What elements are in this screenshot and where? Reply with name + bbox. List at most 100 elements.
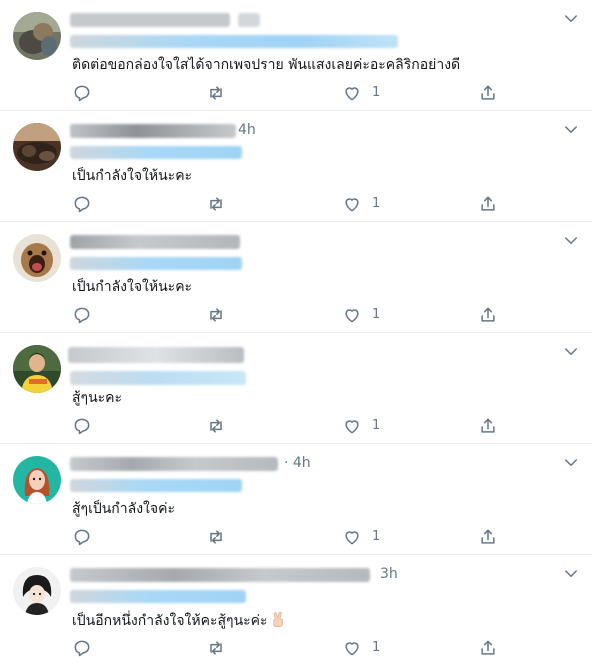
avatar[interactable] [13, 123, 61, 171]
like-count: 1 [372, 307, 381, 322]
blurred-handle [238, 13, 260, 27]
share-button[interactable] [478, 637, 498, 659]
avatar-image [13, 345, 61, 393]
tweet-text: ติดต่อขอกล่องใจใสได้จากเพจปราย พันแสงเลย… [72, 57, 461, 73]
reply-icon [74, 307, 90, 324]
like-icon [345, 531, 359, 545]
avatar[interactable] [13, 12, 61, 60]
retweet-button[interactable] [206, 526, 236, 548]
tweet-card[interactable]: เป็นกำลังใจให้นะคะ 1 [0, 222, 592, 333]
retweet-icon [210, 530, 222, 544]
tweet-card[interactable]: 3h เป็นอีกหนึ่งกำลังใจให้คะสู้ๆนะค่ะ 1 [0, 555, 592, 664]
like-count: 1 [372, 640, 381, 655]
tweet-card[interactable]: ติดต่อขอกล่องใจใสได้จากเพจปราย พันแสงเลย… [0, 0, 592, 111]
reply-button[interactable] [72, 82, 102, 104]
tweet-text: สู้ๆเป็นกำลังใจค่ะ [72, 501, 175, 517]
reply-feed: ติดต่อขอกล่องใจใสได้จากเพจปราย พันแสงเลย… [0, 0, 592, 664]
reply-button[interactable] [72, 415, 102, 437]
tweet-text: เป็นกำลังใจให้นะคะ [72, 279, 193, 295]
blurred-mention [70, 257, 242, 270]
chevron-down-icon[interactable] [562, 232, 580, 250]
share-icon [481, 529, 495, 544]
retweet-button[interactable] [206, 637, 236, 659]
blurred-mention [70, 35, 398, 48]
tweet-actions: 1 [72, 193, 502, 215]
avatar[interactable] [13, 234, 61, 282]
reply-icon [74, 196, 90, 213]
share-button[interactable] [478, 415, 498, 437]
avatar-image [13, 234, 61, 282]
avatar[interactable] [13, 345, 61, 393]
tweet-time[interactable]: · 4h [284, 454, 311, 472]
like-button[interactable]: 1 [342, 82, 380, 104]
reply-button[interactable] [72, 526, 102, 548]
like-icon [345, 198, 359, 212]
tweet-text: เป็นอีกหนึ่งกำลังใจให้คะสู้ๆนะค่ะ [72, 611, 288, 630]
tweet-text: สู้ๆนะคะ [72, 390, 123, 406]
like-button[interactable]: 1 [342, 304, 380, 326]
tweet-card[interactable]: 4h เป็นกำลังใจให้นะคะ 1 [0, 111, 592, 222]
like-count: 1 [372, 418, 381, 433]
reply-icon [74, 640, 90, 657]
tweet-card[interactable]: · 4h สู้ๆเป็นกำลังใจค่ะ 1 [0, 444, 592, 555]
tweet-time[interactable]: 4h [238, 121, 256, 139]
like-button[interactable]: 1 [342, 526, 380, 548]
tweet-text-content: เป็นอีกหนึ่งกำลังใจให้คะสู้ๆนะค่ะ [72, 613, 268, 629]
victory-hand-icon [272, 611, 283, 628]
avatar-image [13, 456, 61, 504]
retweet-icon [210, 86, 222, 100]
like-icon [345, 642, 359, 656]
share-icon [481, 418, 495, 433]
like-count: 1 [372, 529, 381, 544]
retweet-icon [210, 308, 222, 322]
retweet-button[interactable] [206, 193, 236, 215]
retweet-icon [210, 197, 222, 211]
tweet-actions: 1 [72, 637, 502, 659]
reply-button[interactable] [72, 637, 102, 659]
blurred-mention [70, 371, 246, 385]
reply-icon [74, 529, 90, 546]
avatar[interactable] [13, 456, 61, 504]
avatar-image [13, 12, 61, 60]
retweet-button[interactable] [206, 82, 236, 104]
retweet-button[interactable] [206, 415, 236, 437]
like-button[interactable]: 1 [342, 193, 380, 215]
tweet-actions: 1 [72, 304, 502, 326]
tweet-card[interactable]: สู้ๆนะคะ 1 [0, 333, 592, 444]
reply-icon [74, 85, 90, 102]
chevron-down-icon[interactable] [562, 10, 580, 28]
retweet-button[interactable] [206, 304, 236, 326]
reply-button[interactable] [72, 304, 102, 326]
tweet-actions: 1 [72, 526, 502, 548]
like-count: 1 [372, 85, 381, 100]
tweet-actions: 1 [72, 82, 502, 104]
chevron-down-icon[interactable] [562, 343, 580, 361]
blurred-mention [70, 146, 242, 159]
like-icon [345, 420, 359, 434]
blurred-mention [70, 590, 246, 603]
tweet-text: เป็นกำลังใจให้นะคะ [72, 168, 193, 184]
retweet-icon [210, 641, 222, 655]
blurred-display-name [70, 235, 240, 249]
share-button[interactable] [478, 304, 498, 326]
blurred-display-name [70, 13, 230, 27]
share-button[interactable] [478, 193, 498, 215]
reply-button[interactable] [72, 193, 102, 215]
share-button[interactable] [478, 526, 498, 548]
reply-icon [74, 418, 90, 435]
avatar-image [13, 567, 61, 615]
chevron-down-icon[interactable] [562, 565, 580, 583]
avatar[interactable] [13, 567, 61, 615]
chevron-down-icon[interactable] [562, 121, 580, 139]
chevron-down-icon[interactable] [562, 454, 580, 472]
blurred-display-name [70, 457, 278, 471]
share-icon [481, 640, 495, 655]
blurred-mention [70, 479, 242, 492]
like-count: 1 [372, 196, 381, 211]
like-button[interactable]: 1 [342, 415, 380, 437]
share-button[interactable] [478, 82, 498, 104]
like-button[interactable]: 1 [342, 637, 380, 659]
blurred-display-name [68, 347, 244, 363]
tweet-time[interactable]: 3h [380, 565, 398, 583]
blurred-display-name [70, 568, 370, 582]
